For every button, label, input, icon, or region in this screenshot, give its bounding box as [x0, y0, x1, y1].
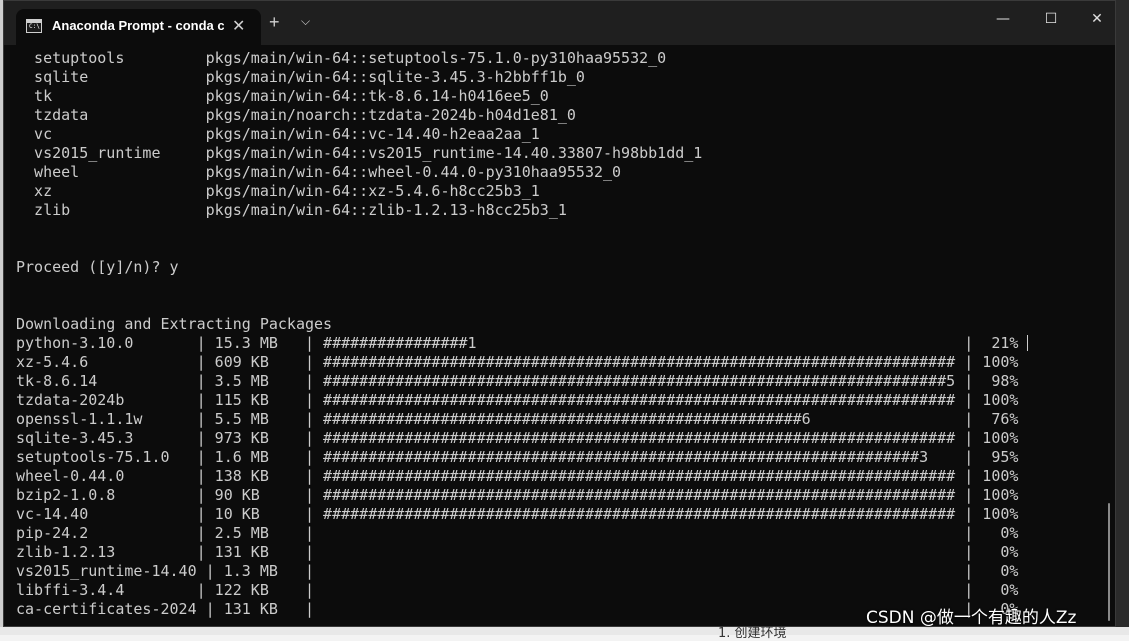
- watermark: CSDN @做一个有趣的人Zz: [866, 608, 1077, 628]
- terminal-line: wheel pkgs/main/win-64::wheel-0.44.0-py3…: [16, 163, 622, 181]
- terminal-line: bzip2-1.0.8 | 90 KB | ##################…: [16, 486, 1019, 504]
- terminal-line: zlib pkgs/main/win-64::zlib-1.2.13-h8cc2…: [16, 201, 567, 219]
- terminal-line: vc-14.40 | 10 KB | #####################…: [16, 505, 1019, 523]
- terminal-line: tzdata-2024b | 115 KB | ################…: [16, 391, 1019, 409]
- terminal-line: tk-8.6.14 | 3.5 MB | ###################…: [16, 372, 1019, 390]
- terminal-line: Proceed ([y]/n)? y: [16, 258, 179, 276]
- title-bar[interactable]: C:\ Anaconda Prompt - conda cr ✕ + ⌵ — ☐…: [4, 1, 1115, 45]
- terminal-line: xz-5.4.6 | 609 KB | ####################…: [16, 353, 1019, 371]
- chevron-down-icon[interactable]: ⌵: [301, 14, 310, 29]
- terminal-line: python-3.10.0 | 15.3 MB | ##############…: [16, 334, 1115, 353]
- terminal-line: wheel-0.44.0 | 138 KB | ################…: [16, 467, 1019, 485]
- close-button[interactable]: ✕: [1074, 11, 1115, 27]
- terminal-line: sqlite-3.45.3 | 973 KB | ###############…: [16, 429, 1019, 447]
- terminal-line: vs2015_runtime-14.40 | 1.3 MB | | 0%: [16, 562, 1019, 580]
- tab-title: Anaconda Prompt - conda cr: [52, 18, 224, 33]
- background-heading: 1. 创建环境: [718, 626, 787, 641]
- desktop-background-right: [1116, 0, 1129, 635]
- terminal-line: vs2015_runtime pkgs/main/win-64::vs2015_…: [16, 144, 703, 162]
- terminal-icon: C:\: [26, 19, 42, 33]
- minimize-button[interactable]: —: [980, 11, 1026, 27]
- new-tab-button[interactable]: +: [269, 12, 280, 33]
- terminal-window: C:\ Anaconda Prompt - conda cr ✕ + ⌵ — ☐…: [3, 0, 1116, 627]
- terminal-line: sqlite pkgs/main/win-64::sqlite-3.45.3-h…: [16, 68, 585, 86]
- terminal-line: setuptools-75.1.0 | 1.6 MB | ###########…: [16, 448, 1019, 466]
- terminal-line: pip-24.2 | 2.5 MB | | 0%: [16, 524, 1019, 542]
- desktop-background-bottom: [0, 627, 1129, 635]
- scrollbar[interactable]: [1108, 503, 1110, 621]
- terminal-line: vc pkgs/main/win-64::vc-14.40-h2eaa2aa_1: [16, 125, 540, 143]
- text-cursor: [1027, 335, 1029, 351]
- terminal-line: Downloading and Extracting Packages: [16, 315, 333, 333]
- terminal-line: openssl-1.1.1w | 5.5 MB | ##############…: [16, 410, 1019, 428]
- tab-anaconda-prompt[interactable]: C:\ Anaconda Prompt - conda cr ✕: [16, 9, 261, 45]
- terminal-line: xz pkgs/main/win-64::xz-5.4.6-h8cc25b3_1: [16, 182, 540, 200]
- terminal-line: tk pkgs/main/win-64::tk-8.6.14-h0416ee5_…: [16, 87, 549, 105]
- terminal-line: libffi-3.4.4 | 122 KB | | 0%: [16, 581, 1019, 599]
- terminal-line: zlib-1.2.13 | 131 KB | | 0%: [16, 543, 1019, 561]
- maximize-button[interactable]: ☐: [1028, 11, 1074, 27]
- terminal-line: setuptools pkgs/main/win-64::setuptools-…: [16, 49, 667, 67]
- terminal-line: tzdata pkgs/main/noarch::tzdata-2024b-h0…: [16, 106, 576, 124]
- terminal-output[interactable]: setuptools pkgs/main/win-64::setuptools-…: [16, 49, 1115, 626]
- close-tab-icon[interactable]: ✕: [232, 16, 245, 36]
